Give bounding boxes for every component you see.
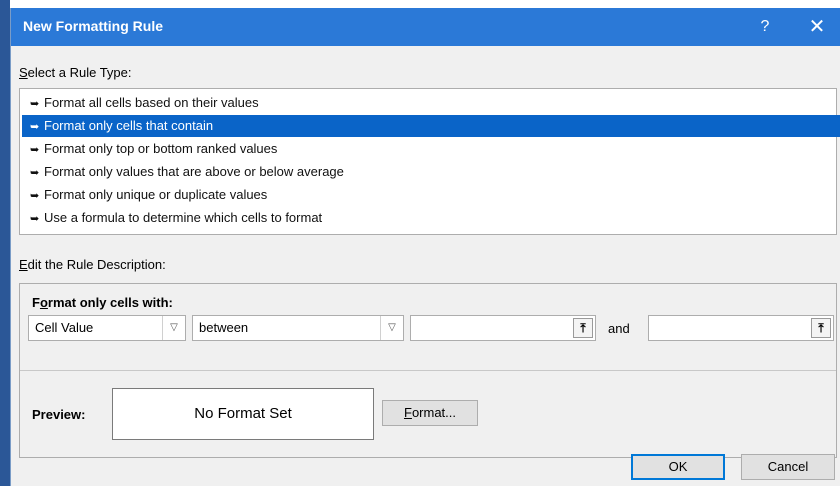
- condition-combo[interactable]: Cell Value ▽: [28, 315, 186, 341]
- format-button[interactable]: Format...: [382, 400, 478, 426]
- ok-button[interactable]: OK: [631, 454, 725, 480]
- arrow-icon: ➥: [30, 167, 40, 179]
- and-label: and: [608, 321, 630, 336]
- value1-input[interactable]: ⤒: [410, 315, 596, 341]
- rule-item-top-bottom[interactable]: ➥ Format only top or bottom ranked values: [22, 138, 840, 160]
- arrow-icon: ➥: [30, 213, 40, 225]
- divider: [20, 370, 836, 371]
- new-formatting-rule-dialog: New Formatting Rule ? ✕ Select a Rule Ty…: [10, 8, 840, 486]
- dialog-title: New Formatting Rule: [23, 18, 164, 34]
- rule-type-label: Select a Rule Type:: [19, 65, 132, 80]
- rule-item-all-cells[interactable]: ➥ Format all cells based on their values: [22, 92, 840, 114]
- preview-box: No Format Set: [112, 388, 374, 440]
- arrow-icon: ➥: [30, 190, 40, 202]
- rule-item-cells-that-contain[interactable]: ➥ Format only cells that contain: [22, 115, 840, 137]
- operator-combo-value: between: [199, 320, 249, 335]
- condition-combo-value: Cell Value: [35, 320, 94, 335]
- arrow-icon: ➥: [30, 144, 40, 156]
- chevron-down-icon[interactable]: ▽: [380, 316, 403, 340]
- arrow-icon: ➥: [30, 121, 40, 133]
- rule-item-unique-duplicate[interactable]: ➥ Format only unique or duplicate values: [22, 184, 840, 206]
- collapse-dialog-icon[interactable]: ⤒: [573, 318, 593, 338]
- rule-description-group: Format only cells with: Cell Value ▽ bet…: [19, 283, 837, 458]
- rule-item-formula[interactable]: ➥ Use a formula to determine which cells …: [22, 207, 840, 229]
- collapse-dialog-icon[interactable]: ⤒: [811, 318, 831, 338]
- operator-combo[interactable]: between ▽: [192, 315, 404, 341]
- window-edge: [0, 0, 10, 486]
- top-strip: [10, 0, 840, 8]
- close-button[interactable]: ✕: [803, 13, 831, 41]
- title-bar[interactable]: New Formatting Rule ? ✕: [11, 8, 840, 46]
- rule-type-list[interactable]: ➥ Format all cells based on their values …: [19, 88, 840, 235]
- preview-label: Preview:: [32, 407, 86, 422]
- arrow-icon: ➥: [30, 98, 40, 110]
- rule-description-label: Edit the Rule Description:: [19, 257, 166, 272]
- value2-input[interactable]: ⤒: [648, 315, 834, 341]
- format-only-cells-label: Format only cells with:: [32, 295, 173, 310]
- help-button[interactable]: ?: [753, 15, 777, 39]
- rule-item-above-below-average[interactable]: ➥ Format only values that are above or be…: [22, 161, 840, 183]
- chevron-down-icon[interactable]: ▽: [162, 316, 185, 340]
- cancel-button[interactable]: Cancel: [741, 454, 835, 480]
